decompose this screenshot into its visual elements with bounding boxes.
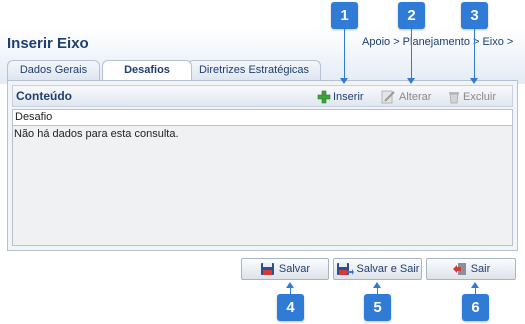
panel-title: Conteúdo (16, 89, 72, 103)
grid-empty-message: Não há dados para esta consulta. (14, 128, 179, 140)
alter-label: Alterar (399, 90, 432, 103)
exit-door-icon (452, 263, 466, 275)
trash-icon (449, 91, 459, 103)
callout-3: 3 (461, 2, 488, 29)
alter-button[interactable]: Alterar (381, 88, 431, 105)
grid-column-header-desafio[interactable]: Desafio (13, 110, 512, 126)
insert-label: Inserir (333, 90, 364, 103)
callout-3-arrow (474, 29, 475, 78)
delete-button[interactable]: Excluir (447, 88, 496, 105)
plus-icon (317, 90, 331, 103)
quit-label: Sair (470, 263, 491, 275)
data-grid: Desafio Não há dados para esta consulta. (12, 109, 513, 246)
save-button[interactable]: Salvar (241, 258, 329, 280)
floppy-disk-arrow-icon (336, 263, 354, 275)
save-and-quit-label: Salvar e Sair (356, 263, 420, 275)
breadcrumb[interactable]: Apoio > Planejamento > Eixo > (362, 36, 513, 48)
insert-button[interactable]: Inserir (317, 88, 364, 105)
page-title: Inserir Eixo (7, 35, 89, 52)
callout-5: 5 (364, 294, 391, 321)
tab-diretrizes-estrategicas[interactable]: Diretrizes Estratégicas (187, 60, 321, 80)
callout-2-arrow (411, 29, 412, 78)
panel-toolbar: Conteúdo Inserir Alterar Excluir (12, 85, 513, 107)
callout-2: 2 (398, 2, 425, 29)
quit-button[interactable]: Sair (426, 258, 516, 280)
callout-1: 1 (331, 2, 358, 29)
content-panel: Conteúdo Inserir Alterar Excluir Desafio… (7, 80, 518, 251)
callout-4: 4 (277, 294, 304, 321)
callout-1-arrow (344, 29, 345, 78)
floppy-disk-icon (260, 263, 274, 275)
edit-icon (381, 90, 395, 103)
tab-desafios[interactable]: Desafios (102, 60, 192, 81)
callout-2-arrowhead (407, 78, 415, 84)
callout-6: 6 (462, 294, 489, 321)
tab-dados-gerais[interactable]: Dados Gerais (7, 60, 100, 80)
save-label: Salvar (278, 263, 311, 275)
callout-1-arrowhead (340, 78, 348, 84)
delete-label: Excluir (463, 90, 497, 103)
callout-3-arrowhead (470, 78, 478, 84)
save-and-quit-button[interactable]: Salvar e Sair (333, 258, 422, 280)
footer-actions: Salvar Salvar e Sair Sair (0, 254, 525, 284)
